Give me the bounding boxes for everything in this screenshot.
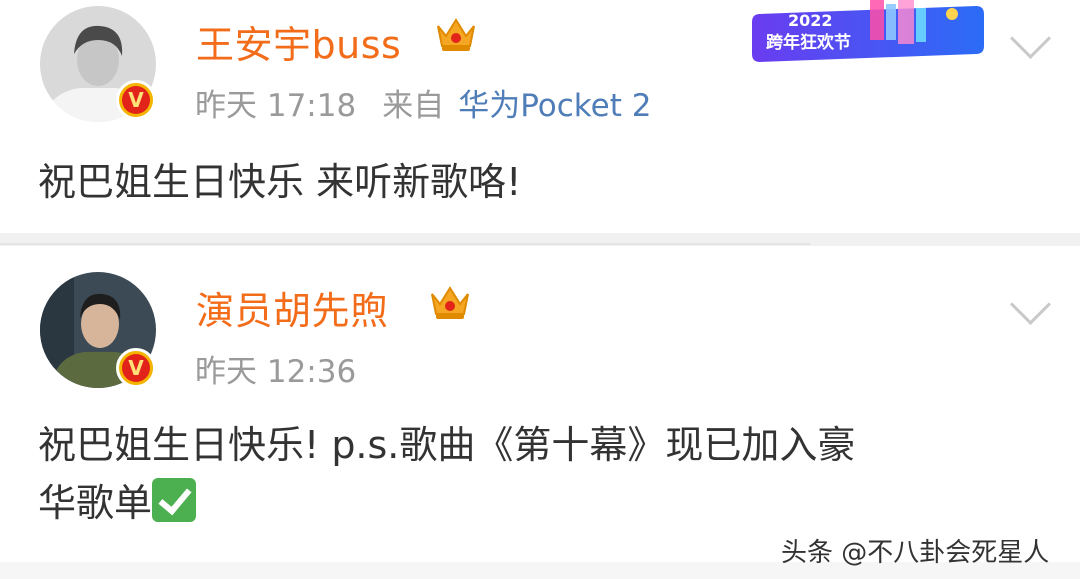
source-label: 来自 [382, 88, 445, 124]
post-time: 昨天 12:36 [195, 354, 357, 390]
crown-icon [431, 286, 469, 319]
verified-badge: V [116, 348, 156, 388]
post-meta: 昨天 12:36 [195, 346, 356, 391]
crown-icon [437, 18, 475, 51]
check-mark-emoji [152, 478, 197, 522]
post-content: 祝巴姐生日快乐! p.s.歌曲《第十幕》现已加入豪 华歌单 [38, 416, 855, 532]
chevron-down-icon[interactable] [1010, 288, 1054, 332]
promo-year: 2022 [788, 11, 833, 30]
post-meta: 昨天 17:18 来自 华为Pocket 2 [195, 80, 651, 125]
post-time: 昨天 17:18 [195, 88, 357, 124]
post-content-line-1: 祝巴姐生日快乐! p.s.歌曲《第十幕》现已加入豪 [38, 423, 856, 467]
post-content: 祝巴姐生日快乐 来听新歌咯! [38, 160, 522, 204]
source-device[interactable]: 华为Pocket 2 [458, 88, 651, 124]
post-content-line-2: 华歌单 [38, 474, 855, 532]
post-divider [0, 233, 1080, 246]
divider-line [0, 243, 810, 245]
promo-text: 跨年狂欢节 [766, 32, 851, 53]
chevron-down-icon[interactable] [1010, 22, 1054, 66]
new-year-promo-banner[interactable]: 2022 跨年狂欢节 [752, 0, 984, 66]
watermark: 头条 @不八卦会死星人 [781, 538, 1050, 568]
weibo-post-2: V 演员胡先煦 昨天 12:36 祝巴姐生日快乐! p.s.歌曲《第十幕》现已加… [0, 246, 1080, 562]
username[interactable]: 演员胡先煦 [196, 280, 389, 335]
username[interactable]: 王安宇buss [196, 14, 401, 69]
verified-badge: V [116, 80, 156, 120]
